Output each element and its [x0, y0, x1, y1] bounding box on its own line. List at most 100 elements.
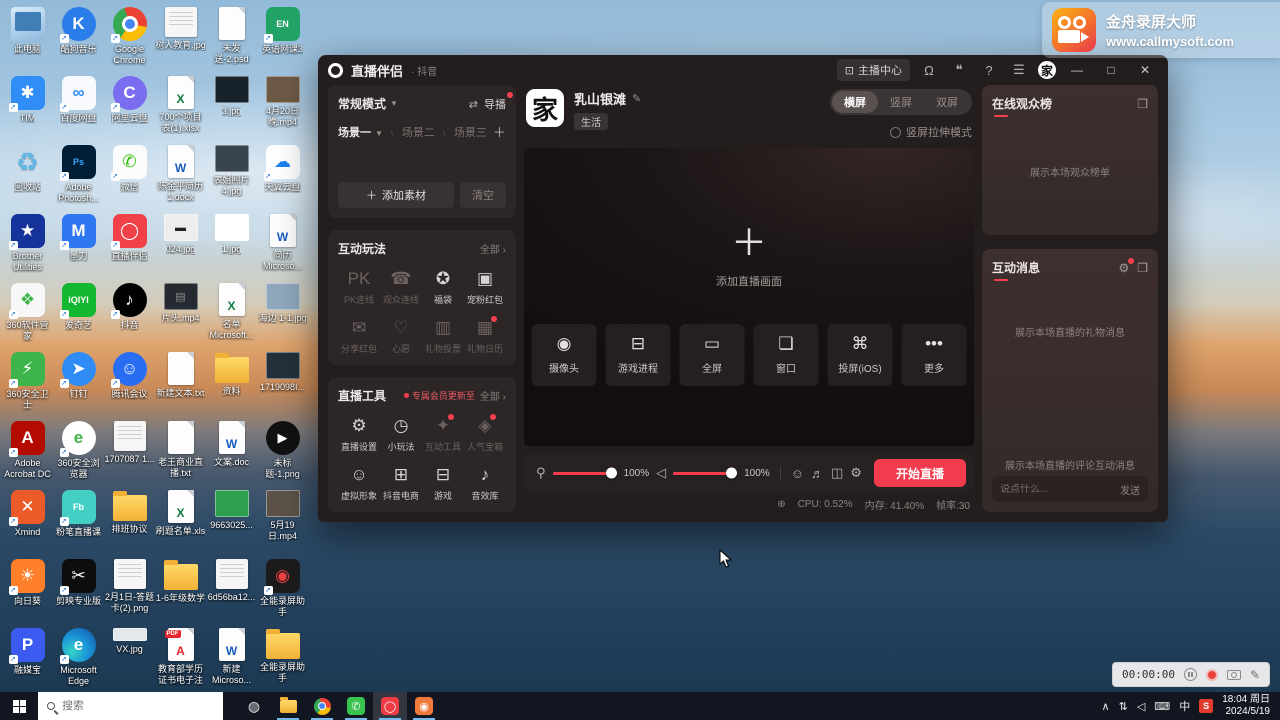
desktop-icon[interactable]: e➚Microsoft Edge	[53, 623, 104, 692]
chat-icon[interactable]: ❝	[948, 62, 970, 78]
desktop-icon[interactable]: A➚Adobe Acrobat DC	[2, 416, 53, 485]
pause-icon[interactable]	[1184, 668, 1197, 681]
desktop-icon[interactable]: ♻回收站	[2, 140, 53, 209]
source-fullscreen[interactable]: ▭全屏	[680, 324, 745, 386]
desktop-icon[interactable]: P➚融媒宝	[2, 623, 53, 692]
desktop-icon[interactable]: 1707087 1...	[104, 416, 155, 485]
desktop-icon[interactable]: ⚡➚360安全卫士	[2, 347, 53, 416]
help-icon[interactable]: ?	[978, 63, 1000, 78]
desktop-icon[interactable]: 树人教育.jpg	[155, 2, 206, 71]
orientation-option[interactable]: 双屏	[924, 91, 970, 113]
tool-douyin-ecommerce[interactable]: ⊞抖音电商	[380, 465, 422, 502]
desktop-icon[interactable]: ☺➚腾讯会议	[104, 347, 155, 416]
desktop-icon[interactable]: ✂➚剪映专业版	[53, 554, 104, 623]
add-scene-button[interactable]: ＋	[493, 122, 506, 141]
headset-icon[interactable]: Ω	[918, 63, 940, 78]
desktop-icon[interactable]: 海边 1-1.jpg	[257, 278, 308, 347]
tool-mini-play[interactable]: ◷小玩法	[380, 416, 422, 453]
scene-tab[interactable]: 场景一▼	[338, 124, 383, 140]
desktop-icon[interactable]: ✆➚微信	[104, 140, 155, 209]
ime-indicator[interactable]: 中	[1179, 698, 1190, 714]
desktop-icon[interactable]: 1.jpg	[206, 209, 257, 278]
desktop-icon[interactable]: K➚酷狗音乐	[53, 2, 104, 71]
desktop-icon[interactable]: W新建 Microso...	[206, 623, 257, 692]
taskbar-clock[interactable]: 18:04 周日 2024/5/19	[1222, 694, 1270, 719]
menu-icon[interactable]: ☰	[1008, 62, 1030, 78]
scene-tab[interactable]: 场景三	[454, 124, 487, 140]
beauty-icon[interactable]: ☺	[791, 466, 804, 481]
feature-lucky-bag[interactable]: ✪福袋	[422, 269, 464, 306]
taskbar-app-jinzhou-recorder[interactable]: ◉	[407, 692, 441, 720]
tray-expand-icon[interactable]: ∧	[1102, 700, 1110, 713]
desktop-icon[interactable]: Fb➚粉笔直播课	[53, 485, 104, 554]
tool-sound-library[interactable]: ♪音效库	[464, 465, 506, 502]
taskbar-app-wechat[interactable]: ✆	[339, 692, 373, 720]
desktop-icon[interactable]: 未发送-2.psd	[206, 2, 257, 71]
taskbar-app-voice-assistant[interactable]: ◍	[237, 692, 271, 720]
feature-gift-calendar[interactable]: ▦礼物日历	[464, 318, 506, 355]
audience-tab[interactable]: 在线观众榜	[992, 95, 1052, 112]
soundcard-icon[interactable]: ♬	[811, 466, 824, 481]
taskbar-app-file-explorer[interactable]	[271, 692, 305, 720]
desktop-icon[interactable]: ◯➚直播伴侣	[104, 209, 155, 278]
desktop-icon[interactable]: VX.jpg	[104, 623, 155, 692]
desktop-icon[interactable]: ★➚Brother Utilities	[2, 209, 53, 278]
popout-icon[interactable]: ❐	[1137, 261, 1148, 275]
desktop-icon[interactable]: 老王商业直播.txt	[155, 416, 206, 485]
tool-live-settings[interactable]: ⚙直播设置	[338, 416, 380, 453]
stretch-mode-toggle[interactable]: 竖屏拉伸模式	[890, 124, 972, 140]
desktop-icon[interactable]: W文案.doc	[206, 416, 257, 485]
desktop-icon[interactable]: 1719098I...	[257, 347, 308, 416]
desktop-icon[interactable]: ▬024.jpg	[155, 209, 206, 278]
tool-interact-tools[interactable]: ✦互动工具	[422, 416, 464, 453]
network-icon[interactable]: ⇅	[1119, 700, 1128, 713]
desktop-icon[interactable]: 全能录屏助手	[257, 623, 308, 692]
source-window-capture[interactable]: ❏窗口	[754, 324, 819, 386]
keyboard-icon[interactable]: ⌨	[1154, 700, 1170, 713]
desktop-icon[interactable]: 排班协议	[104, 485, 155, 554]
desktop-icon[interactable]: X名单 Microsoft...	[206, 278, 257, 347]
source-more[interactable]: •••更多	[902, 324, 967, 386]
maximize-button[interactable]: □	[1098, 63, 1124, 77]
messages-tab[interactable]: 互动消息	[992, 259, 1040, 276]
desktop-icon[interactable]: ✕➚Xmind	[2, 485, 53, 554]
gear-icon[interactable]: ⚙	[1118, 261, 1129, 275]
desktop-icon[interactable]: 2月1日-答题卡(2).png	[104, 554, 155, 623]
desktop-icon[interactable]: X刷题名单.xls	[155, 485, 206, 554]
tool-virtual-avatar[interactable]: ☺虚拟形象	[338, 465, 380, 502]
sogou-ime-icon[interactable]: S	[1199, 699, 1213, 713]
desktop-icon[interactable]: ▤片头.mp4	[155, 278, 206, 347]
director-button[interactable]: ⇄ 导播	[469, 96, 506, 112]
desktop-icon[interactable]: 9663025...	[206, 485, 257, 554]
tools-more-link[interactable]: 全部 ›	[480, 388, 506, 403]
mode-dropdown[interactable]: 常规模式	[338, 95, 386, 112]
start-button[interactable]	[0, 692, 38, 720]
desktop-icon[interactable]: 5月19日.mp4	[257, 485, 308, 554]
desktop-icon[interactable]: EN➚英语网课3	[257, 2, 308, 71]
scene-tab[interactable]: 场景二	[402, 124, 435, 140]
user-avatar[interactable]: 家	[1038, 61, 1056, 79]
desktop-icon[interactable]: ➚Google Chrome	[104, 2, 155, 71]
taskbar-app-live-companion[interactable]: ◯	[373, 692, 407, 720]
desktop-icon[interactable]: ♪➚抖音	[104, 278, 155, 347]
feature-fan-redpacket[interactable]: ▣宠粉红包	[464, 269, 506, 306]
desktop-icon[interactable]: 1-6年级数学	[155, 554, 206, 623]
taskbar-app-chrome[interactable]	[305, 692, 339, 720]
speaker-volume-slider[interactable]	[673, 472, 737, 475]
desktop-icon[interactable]: ✱➚TIM	[2, 71, 53, 140]
desktop-icon[interactable]: X700个项目表(1).xlsx	[155, 71, 206, 140]
tool-game[interactable]: ⊟游戏	[422, 465, 464, 502]
desktop-icon[interactable]: 此电脑	[2, 2, 53, 71]
feature-share-redpacket[interactable]: ✉分享红包	[338, 318, 380, 355]
camera-toggle-icon[interactable]: ◫	[831, 465, 843, 481]
desktop-icon[interactable]: ☀➚向日葵	[2, 554, 53, 623]
feature-audience-link[interactable]: ☎观众连线	[380, 269, 422, 306]
desktop-icon[interactable]: 表姐照片 4.jpg	[206, 140, 257, 209]
chat-input[interactable]	[1000, 484, 1120, 495]
orientation-option[interactable]: 横屏	[832, 91, 878, 113]
start-live-button[interactable]: 开始直播	[874, 459, 966, 487]
desktop-icon[interactable]: Ps➚Adobe Photosh...	[53, 140, 104, 209]
clear-button[interactable]: 清空	[460, 182, 506, 208]
desktop-icon[interactable]: iQIYI➚爱奇艺	[53, 278, 104, 347]
send-button[interactable]: 发送	[1120, 482, 1140, 497]
